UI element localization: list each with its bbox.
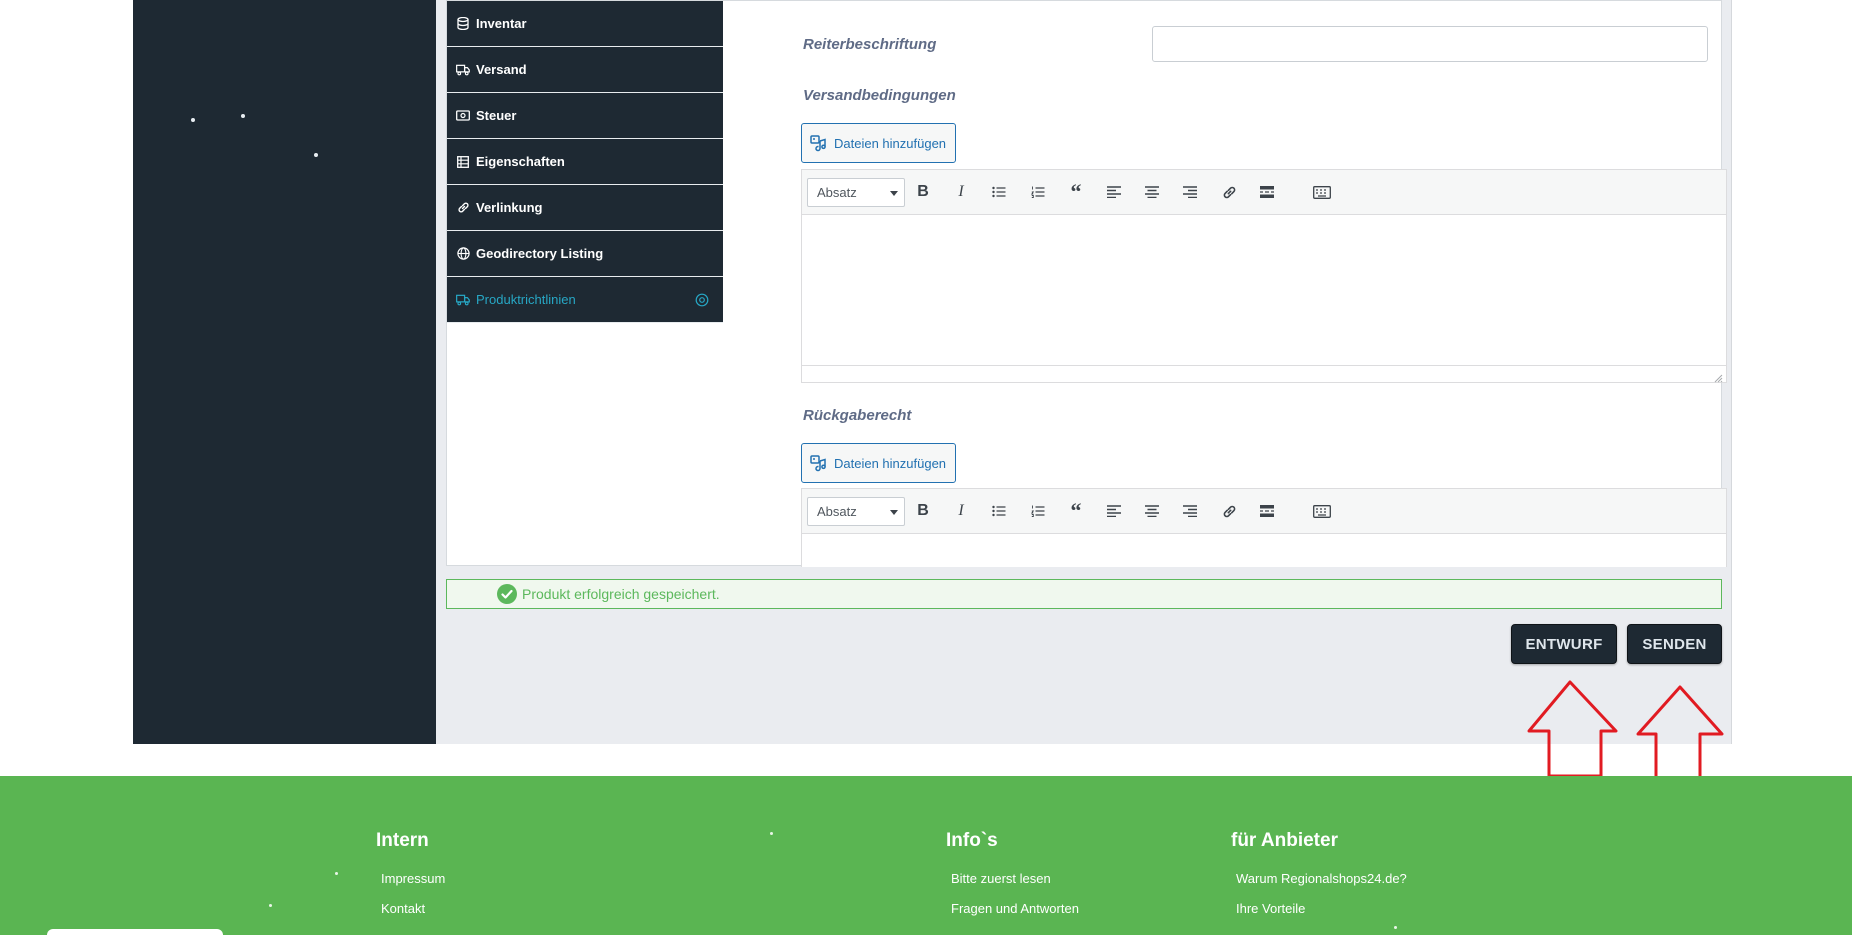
tab-versand[interactable]: Versand	[447, 47, 723, 93]
align-left-icon[interactable]	[1103, 500, 1125, 522]
tab-label: Geodirectory Listing	[476, 246, 604, 261]
tab-label: Inventar	[476, 16, 527, 31]
return-policy-editor-content[interactable]	[802, 534, 1726, 567]
footer-link-vorteile[interactable]: Ihre Vorteile	[1236, 901, 1305, 916]
footer-link-impressum[interactable]: Impressum	[381, 871, 445, 886]
success-notice: Produkt erfolgreich gespeichert.	[446, 579, 1722, 609]
tab-label: Steuer	[476, 108, 517, 123]
shipping-editor-content[interactable]	[802, 215, 1726, 365]
decorative-dot	[335, 872, 338, 875]
decorative-dot	[191, 118, 195, 122]
footer-link-bitte-zuerst-lesen[interactable]: Bitte zuerst lesen	[951, 871, 1051, 886]
table-icon	[456, 155, 470, 169]
tab-caption-input[interactable]	[1152, 26, 1708, 62]
main-area: Inventar Versand Steuer Eigenschaften Ve…	[436, 0, 1732, 744]
align-left-icon[interactable]	[1103, 181, 1125, 203]
tab-label: Eigenschaften	[476, 154, 565, 169]
bold-icon[interactable]: B	[912, 500, 934, 522]
decorative-dot	[1394, 926, 1397, 929]
footer-heading-fuer-anbieter: für Anbieter	[1231, 830, 1338, 851]
format-select[interactable]: Absatz	[807, 497, 905, 526]
truck-icon	[456, 63, 470, 77]
tab-label: Versand	[476, 62, 527, 77]
add-media-label: Dateien hinzufügen	[834, 455, 947, 471]
footer-badge	[47, 929, 223, 935]
numbered-list-icon[interactable]	[1027, 181, 1049, 203]
tab-label: Produktrichtlinien	[476, 292, 576, 307]
decorative-dot	[770, 832, 773, 835]
left-sidebar	[133, 0, 436, 744]
media-icon	[810, 134, 828, 152]
tab-eigenschaften[interactable]: Eigenschaften	[447, 139, 723, 185]
money-icon	[456, 109, 470, 123]
read-more-icon[interactable]	[1256, 181, 1278, 203]
tab-verlinkung[interactable]: Verlinkung	[447, 185, 723, 231]
read-more-icon[interactable]	[1256, 500, 1278, 522]
footer-link-faq[interactable]: Fragen und Antworten	[951, 901, 1079, 916]
site-footer: Intern Impressum Kontakt Info`s Bitte zu…	[0, 776, 1852, 935]
format-select[interactable]: Absatz	[807, 178, 905, 207]
decorative-dot	[241, 114, 245, 118]
product-tabs: Inventar Versand Steuer Eigenschaften Ve…	[447, 1, 723, 323]
align-center-icon[interactable]	[1141, 181, 1163, 203]
notice-text: Produkt erfolgreich gespeichert.	[522, 586, 720, 602]
numbered-list-icon[interactable]	[1027, 500, 1049, 522]
align-right-icon[interactable]	[1179, 181, 1201, 203]
tab-steuer[interactable]: Steuer	[447, 93, 723, 139]
decorative-dot	[314, 153, 318, 157]
resize-grip-icon[interactable]	[1713, 370, 1723, 383]
chevron-down-icon	[890, 510, 898, 515]
settings-icon	[695, 293, 709, 307]
editor-statusbar	[802, 365, 1726, 383]
send-button[interactable]: SENDEN	[1627, 624, 1722, 664]
align-center-icon[interactable]	[1141, 500, 1163, 522]
blockquote-icon[interactable]: “	[1065, 498, 1087, 523]
keyboard-icon[interactable]	[1311, 181, 1333, 203]
bullet-list-icon[interactable]	[988, 500, 1010, 522]
link-icon[interactable]	[1218, 181, 1240, 203]
tab-geodirectory-listing[interactable]: Geodirectory Listing	[447, 231, 723, 277]
check-circle-icon	[497, 584, 517, 604]
database-icon	[456, 17, 470, 31]
chevron-down-icon	[890, 191, 898, 196]
format-select-value: Absatz	[817, 504, 857, 519]
editor-toolbar: Absatz B I “	[802, 489, 1726, 534]
link-icon[interactable]	[1218, 500, 1240, 522]
blockquote-icon[interactable]: “	[1065, 179, 1087, 204]
tab-label: Verlinkung	[476, 200, 543, 215]
shipping-conditions-label: Versandbedingungen	[803, 87, 956, 104]
tab-inventar[interactable]: Inventar	[447, 1, 723, 47]
link-icon	[456, 201, 470, 215]
format-select-value: Absatz	[817, 185, 857, 200]
policy-icon	[456, 293, 470, 307]
draft-button[interactable]: ENTWURF	[1511, 624, 1617, 664]
bullet-list-icon[interactable]	[988, 181, 1010, 203]
footer-heading-infos: Info`s	[946, 830, 998, 851]
add-media-label: Dateien hinzufügen	[834, 135, 947, 151]
add-media-button[interactable]: Dateien hinzufügen	[801, 443, 956, 483]
italic-icon[interactable]: I	[950, 181, 972, 203]
globe-icon	[456, 247, 470, 261]
keyboard-icon[interactable]	[1311, 500, 1333, 522]
shipping-editor: Absatz B I “	[801, 169, 1727, 383]
return-policy-label: Rückgaberecht	[803, 407, 912, 424]
tab-caption-label: Reiterbeschriftung	[803, 36, 937, 53]
media-icon	[810, 454, 828, 472]
decorative-dot	[269, 904, 272, 907]
tab-produktrichtlinien[interactable]: Produktrichtlinien	[447, 277, 723, 323]
add-media-button[interactable]: Dateien hinzufügen	[801, 123, 956, 163]
footer-link-kontakt[interactable]: Kontakt	[381, 901, 425, 916]
return-policy-editor: Absatz B I “	[801, 488, 1727, 567]
product-panel: Inventar Versand Steuer Eigenschaften Ve…	[446, 0, 1727, 567]
footer-link-warum[interactable]: Warum Regionalshops24.de?	[1236, 871, 1407, 886]
bold-icon[interactable]: B	[912, 181, 934, 203]
align-right-icon[interactable]	[1179, 500, 1201, 522]
footer-heading-intern: Intern	[376, 830, 429, 851]
editor-toolbar: Absatz B I “	[802, 170, 1726, 215]
italic-icon[interactable]: I	[950, 500, 972, 522]
